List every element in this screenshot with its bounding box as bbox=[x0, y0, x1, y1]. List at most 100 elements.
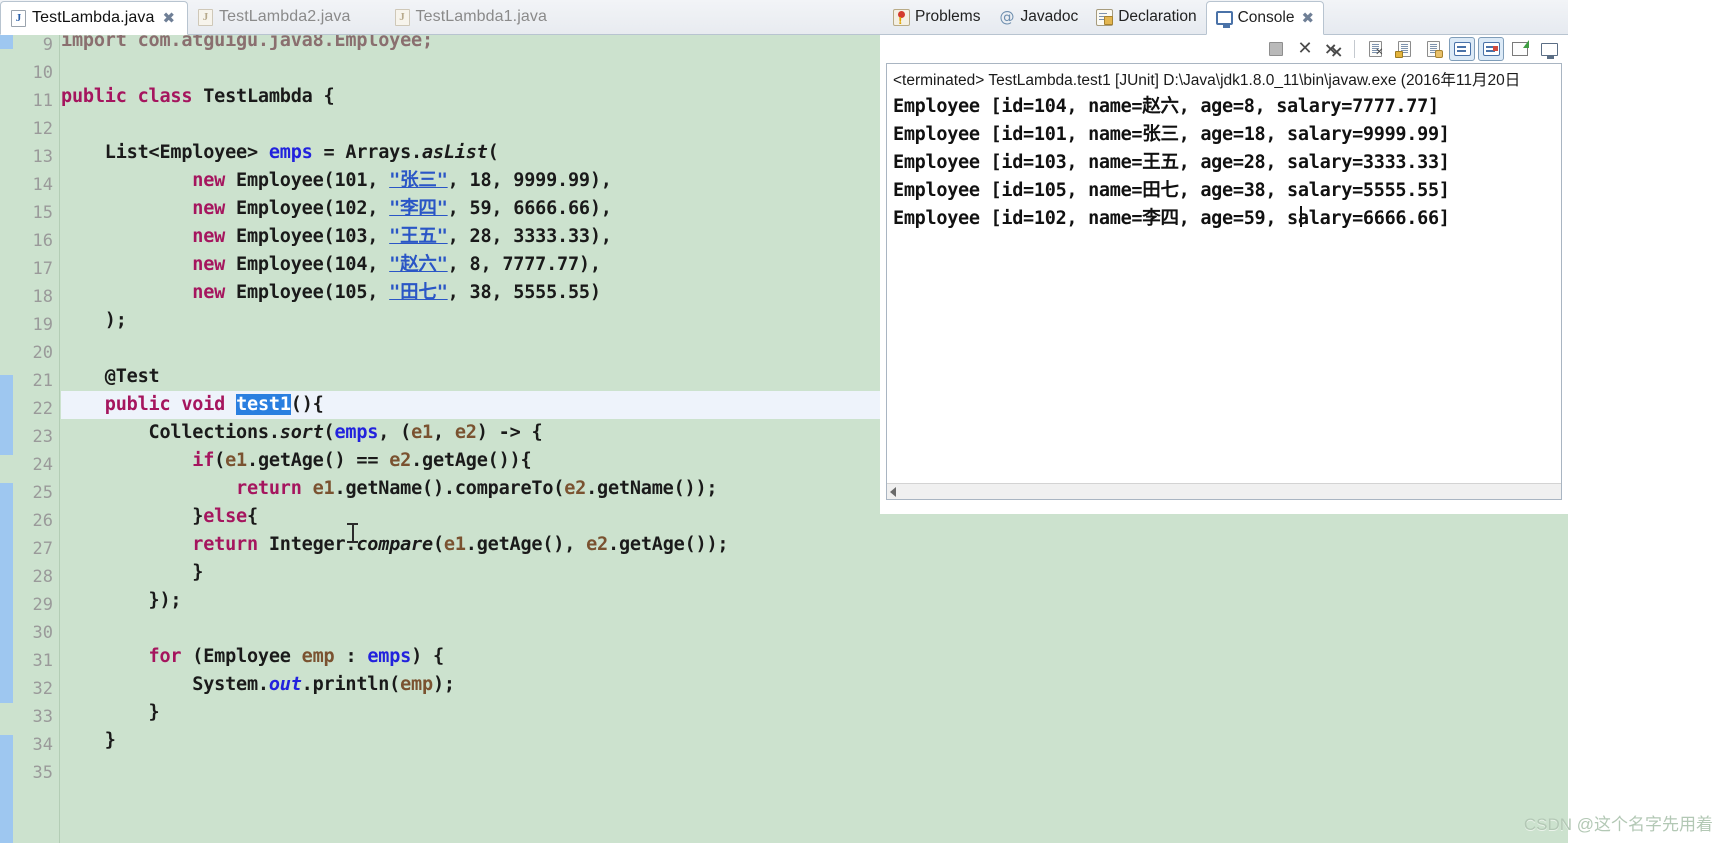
line-number: 33 bbox=[32, 707, 53, 727]
code-line-14: new Employee(101, "张三", 18, 9999.99), bbox=[192, 170, 612, 191]
line-number: 21 bbox=[32, 371, 53, 391]
double-close-x-icon bbox=[1324, 41, 1344, 60]
editor-tab-label: TestLambda2.java bbox=[219, 8, 351, 25]
line-number: 19 bbox=[32, 315, 53, 335]
console-output-line: Employee [id=104, name=赵六, age=8, salary… bbox=[893, 96, 1439, 117]
terminate-button[interactable] bbox=[1263, 37, 1289, 61]
stop-icon bbox=[1269, 42, 1283, 56]
line-number: 25 bbox=[32, 483, 53, 503]
line-number: 29 bbox=[32, 595, 53, 615]
editor-tab-testlambda1[interactable]: J TestLambda1.java bbox=[385, 0, 559, 34]
console-toolbar: ✕ ✕ bbox=[880, 35, 1568, 63]
eclipse-ide-window: J TestLambda.java ✖ J TestLambda2.java J… bbox=[0, 0, 1721, 843]
console-text-caret bbox=[1300, 206, 1302, 227]
line-number: 10 bbox=[32, 63, 53, 83]
tab-declaration[interactable]: Declaration bbox=[1087, 0, 1205, 34]
code-line-25: return e1.getName().compareTo(e2.getName… bbox=[236, 478, 718, 499]
tab-label: Declaration bbox=[1118, 8, 1197, 25]
scroll-left-arrow-icon[interactable] bbox=[890, 487, 896, 497]
line-number: 17 bbox=[32, 259, 53, 279]
line-number: 26 bbox=[32, 511, 53, 531]
pin-console-button[interactable] bbox=[1420, 37, 1446, 61]
code-text-area[interactable]: import com.atguigu.java8.Employee; publi… bbox=[61, 35, 880, 843]
code-line-13: List<Employee> emps = Arrays.asList( bbox=[61, 142, 499, 163]
watermark-text: CSDN @这个名字先用着 bbox=[1523, 815, 1713, 834]
editor-tab-testlambda[interactable]: J TestLambda.java ✖ bbox=[0, 1, 189, 35]
line-number: 20 bbox=[32, 343, 53, 363]
console-icon bbox=[1215, 11, 1233, 28]
editor-tab-label: TestLambda1.java bbox=[415, 8, 547, 25]
view-tab-bar: Problems @ Javadoc Declaration Console ✖ bbox=[880, 0, 1568, 35]
line-number: 34 bbox=[32, 735, 53, 755]
line-number: 12 bbox=[32, 119, 53, 139]
tab-problems[interactable]: Problems bbox=[884, 0, 989, 34]
code-line-9: import com.atguigu.java8.Employee; bbox=[61, 35, 433, 51]
remove-launch-button[interactable]: ✕ bbox=[1292, 37, 1318, 61]
tab-javadoc[interactable]: @ Javadoc bbox=[989, 0, 1087, 34]
code-line-32: System.out.println(emp); bbox=[61, 674, 455, 695]
code-line-27: return Integer.compare(e1.getAge(), e2.g… bbox=[192, 534, 729, 555]
code-line-34: } bbox=[61, 730, 116, 751]
remove-all-terminated-button[interactable] bbox=[1321, 37, 1347, 61]
clear-document-icon: ✕ bbox=[1368, 41, 1384, 58]
console-output-line: Employee [id=103, name=王五, age=28, salar… bbox=[893, 152, 1450, 173]
code-line-19: ); bbox=[61, 310, 127, 331]
line-number: 35 bbox=[32, 763, 53, 783]
editor-tab-label: TestLambda.java bbox=[32, 9, 155, 26]
clear-console-button[interactable]: ✕ bbox=[1362, 37, 1388, 61]
code-line-24: if(e1.getAge() == e2.getAge()){ bbox=[192, 450, 532, 471]
code-line-18: new Employee(105, "田七", 38, 5555.55) bbox=[192, 282, 601, 303]
line-number: 13 bbox=[32, 147, 53, 167]
background-filler bbox=[880, 514, 1568, 843]
code-line-17: new Employee(104, "赵六", 8, 7777.77), bbox=[192, 254, 601, 275]
close-x-icon: ✕ bbox=[1297, 38, 1313, 59]
tab-console[interactable]: Console ✖ bbox=[1205, 1, 1325, 35]
console-stdout-icon bbox=[1453, 42, 1471, 56]
editor-body[interactable]: 9 10 11 12 13 14 15 16 17 18 19 20 21 22… bbox=[0, 35, 880, 843]
tab-label: Problems bbox=[915, 8, 981, 25]
editor-marker-strip[interactable] bbox=[0, 35, 14, 843]
line-number: 15 bbox=[32, 203, 53, 223]
window-right-margin bbox=[1568, 0, 1721, 843]
console-status-line: <terminated> TestLambda.test1 [JUnit] D:… bbox=[893, 72, 1521, 89]
console-output-area[interactable]: <terminated> TestLambda.test1 [JUnit] D:… bbox=[886, 63, 1562, 500]
console-horizontal-scrollbar[interactable] bbox=[887, 483, 1561, 499]
open-console-icon bbox=[1512, 40, 1529, 56]
tab-label: Console bbox=[1237, 9, 1295, 26]
line-number: 16 bbox=[32, 231, 53, 251]
editor-pane: J TestLambda.java ✖ J TestLambda2.java J… bbox=[0, 0, 880, 843]
java-file-icon: J bbox=[198, 8, 214, 26]
close-icon[interactable]: ✖ bbox=[162, 10, 175, 26]
code-line-22: public void test1(){ bbox=[61, 391, 880, 419]
editor-tab-bar: J TestLambda.java ✖ J TestLambda2.java J… bbox=[0, 0, 880, 35]
console-stderr-icon bbox=[1482, 42, 1500, 56]
line-number: 32 bbox=[32, 679, 53, 699]
line-number: 18 bbox=[32, 287, 53, 307]
line-number: 9 bbox=[42, 35, 53, 55]
line-number: 23 bbox=[32, 427, 53, 447]
code-line-23: Collections.sort(emps, (e1, e2) -> { bbox=[61, 422, 543, 443]
editor-tab-testlambda2[interactable]: J TestLambda2.java bbox=[188, 0, 362, 34]
line-number: 27 bbox=[32, 539, 53, 559]
show-console-on-output-button[interactable] bbox=[1449, 37, 1475, 61]
console-view-pane: Problems @ Javadoc Declaration Console ✖… bbox=[880, 0, 1568, 514]
code-line-26: }else{ bbox=[61, 506, 258, 527]
scroll-lock-button[interactable] bbox=[1391, 37, 1417, 61]
problems-icon bbox=[893, 8, 910, 27]
code-line-16: new Employee(103, "王五", 28, 3333.33), bbox=[192, 226, 612, 247]
line-number: 14 bbox=[32, 175, 53, 195]
code-line-33: } bbox=[61, 702, 160, 723]
line-number: 24 bbox=[32, 455, 53, 475]
code-line-21: @Test bbox=[61, 366, 160, 387]
line-number: 28 bbox=[32, 567, 53, 587]
show-console-on-error-button[interactable] bbox=[1478, 37, 1504, 61]
close-icon[interactable]: ✖ bbox=[1301, 10, 1314, 26]
selected-token: test1 bbox=[236, 394, 291, 415]
tab-label: Javadoc bbox=[1020, 8, 1079, 25]
java-file-icon: J bbox=[11, 9, 26, 27]
display-selected-console-button[interactable] bbox=[1536, 37, 1562, 61]
scroll-lock-icon bbox=[1394, 41, 1411, 58]
monitor-icon bbox=[1540, 42, 1558, 59]
code-line-28: } bbox=[61, 562, 204, 583]
open-console-button[interactable] bbox=[1507, 37, 1533, 61]
